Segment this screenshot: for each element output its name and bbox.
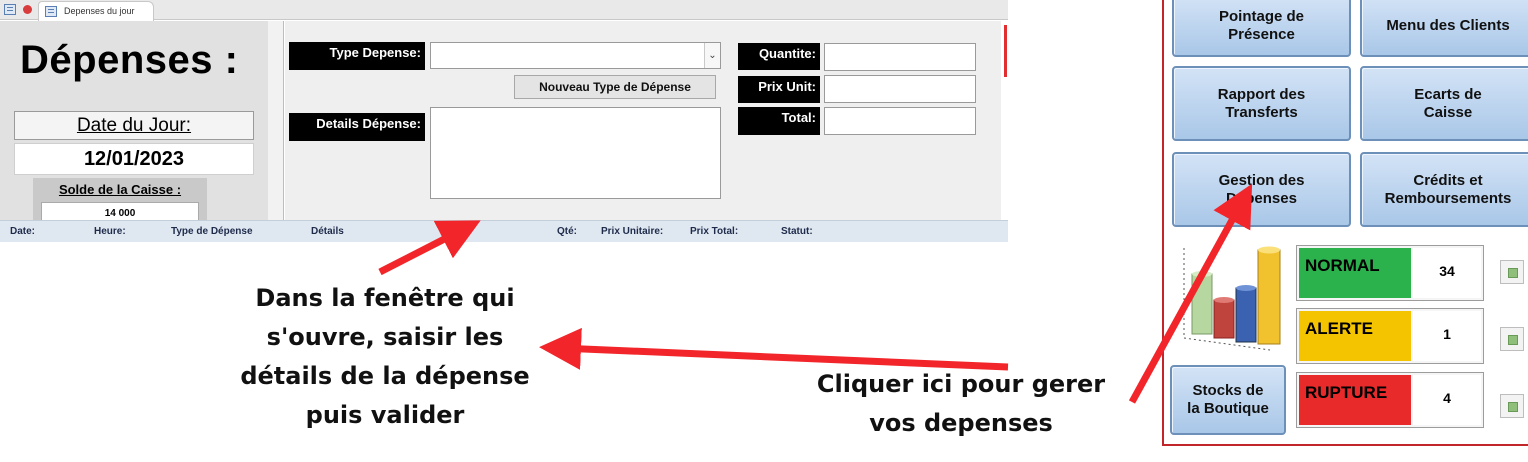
window-edge <box>1001 21 1008 220</box>
action-icon[interactable] <box>1500 394 1524 418</box>
rapport-transferts-button[interactable]: Rapport des Transferts <box>1172 66 1351 141</box>
column-header-prix-unitaire: Prix Unitaire: <box>601 226 664 237</box>
stock-count-alerte: 1 <box>1413 311 1481 361</box>
stock-count-normal: 34 <box>1413 248 1481 298</box>
column-header-type: Type de Dépense <box>171 226 253 237</box>
date-value: 12/01/2023 <box>14 143 254 175</box>
record-icon[interactable] <box>23 5 32 14</box>
stock-rupture-row: RUPTURE 4 <box>1296 372 1484 428</box>
summary-panel: Dépenses : Date du Jour: 12/01/2023 Sold… <box>0 21 268 235</box>
expense-entry-panel: Type Depense: ⌄ Nouveau Type de Dépense … <box>285 21 1001 220</box>
instruction-left: Dans la fenêtre qui s'ouvre, saisir les … <box>220 279 550 435</box>
instruction-left-line-4: puis valider <box>305 401 465 429</box>
instruction-left-line-2: s'ouvre, saisir les <box>266 323 504 351</box>
stock-count-rupture: 4 <box>1413 375 1481 425</box>
total-input[interactable] <box>824 107 976 135</box>
tab-depenses-du-jour[interactable]: Depenses du jour <box>38 1 154 21</box>
stock-alerte-row: ALERTE 1 <box>1296 308 1484 364</box>
form-icon[interactable] <box>4 4 16 15</box>
details-depense-textarea[interactable] <box>430 107 721 199</box>
column-header-heure: Heure: <box>94 226 126 237</box>
quantite-input[interactable] <box>824 43 976 71</box>
stock-status-alerte: ALERTE <box>1299 311 1411 361</box>
dropdown-icon[interactable]: ⌄ <box>704 43 720 68</box>
bar-chart-icon <box>1183 246 1281 351</box>
action-icon[interactable] <box>1500 327 1524 351</box>
menu-clients-button[interactable]: Menu des Clients <box>1360 0 1528 57</box>
credits-remboursements-button[interactable]: Crédits et Remboursements <box>1360 152 1528 227</box>
column-header-date: Date: <box>10 226 36 237</box>
page-title: Dépenses : <box>20 38 239 82</box>
instruction-right-line-1: Cliquer ici pour gerer <box>816 370 1106 398</box>
cash-balance-label: Solde de la Caisse : <box>58 182 182 197</box>
main-menu-panel: Pointage de Présence Menu des Clients Ra… <box>1162 0 1528 446</box>
record-selector[interactable] <box>268 21 284 220</box>
column-header-statut: Statut: <box>781 226 813 237</box>
type-depense-label: Type Depense: <box>289 42 425 70</box>
stock-status-normal: NORMAL <box>1299 248 1411 298</box>
details-depense-label: Details Dépense: <box>289 113 425 141</box>
quantite-label: Quantite: <box>738 43 820 70</box>
prix-unit-label: Prix Unit: <box>738 76 820 103</box>
prix-unit-input[interactable] <box>824 75 976 103</box>
form-icon <box>45 6 57 17</box>
document-tab-bar: Depenses du jour <box>0 0 1008 21</box>
ecarts-caisse-button[interactable]: Ecarts de Caisse <box>1360 66 1528 141</box>
date-label: Date du Jour: <box>14 111 254 140</box>
column-header-details: Détails <box>311 226 344 237</box>
stock-normal-row: NORMAL 34 <box>1296 245 1484 301</box>
stocks-boutique-button[interactable]: Stocks de la Boutique <box>1170 365 1286 435</box>
type-depense-combobox[interactable]: ⌄ <box>430 42 721 69</box>
instruction-left-line-3: détails de la dépense <box>240 362 530 390</box>
nouveau-type-button[interactable]: Nouveau Type de Dépense <box>514 75 716 99</box>
total-label: Total: <box>738 107 820 135</box>
expense-list-header: Date: Heure: Type de Dépense Détails Qté… <box>0 220 1008 242</box>
pointage-presence-button[interactable]: Pointage de Présence <box>1172 0 1351 57</box>
expense-form-window: Depenses du jour Dépenses : Date du Jour… <box>0 0 1008 242</box>
instruction-left-line-1: Dans la fenêtre qui <box>255 284 515 312</box>
tab-label: Depenses du jour <box>64 6 135 16</box>
gestion-depenses-button[interactable]: Gestion des Dépenses <box>1172 152 1351 227</box>
action-icon[interactable] <box>1500 260 1524 284</box>
column-header-qte: Qté: <box>557 226 577 237</box>
instruction-right-line-2: vos depenses <box>869 409 1053 437</box>
column-header-prix-total: Prix Total: <box>690 226 739 237</box>
instruction-right: Cliquer ici pour gerer vos depenses <box>800 365 1122 443</box>
stock-status-rupture: RUPTURE <box>1299 375 1411 425</box>
